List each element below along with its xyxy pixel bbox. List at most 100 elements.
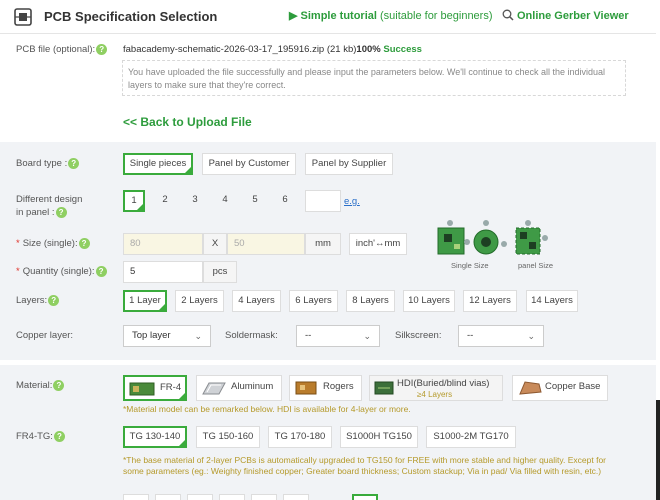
- silkscreen-select[interactable]: -- ⌄: [458, 325, 544, 347]
- chevron-down-icon: ⌄: [363, 331, 371, 341]
- quantity-input[interactable]: 5: [123, 261, 203, 283]
- design-count-4[interactable]: 4: [214, 190, 236, 212]
- help-icon[interactable]: ?: [53, 380, 65, 391]
- tg-option-170[interactable]: TG 170-180: [268, 426, 332, 448]
- help-icon[interactable]: ?: [96, 44, 108, 55]
- chevron-down-icon: ⌄: [194, 331, 202, 341]
- tutorial-link-label: Simple tutorial: [300, 10, 377, 22]
- material-rogers[interactable]: Rogers: [289, 375, 362, 401]
- next-row-option[interactable]: [155, 494, 181, 500]
- material-copper-base[interactable]: Copper Base: [512, 375, 608, 401]
- design-count-3[interactable]: 3: [184, 190, 206, 212]
- design-count-2[interactable]: 2: [154, 190, 176, 212]
- design-count-5[interactable]: 5: [244, 190, 266, 212]
- uploaded-filename: fabacademy-schematic-2026-03-17_195916.z…: [123, 44, 357, 55]
- material-label: Material:?: [16, 380, 65, 392]
- hdi-board-icon: [374, 381, 394, 395]
- layers-option-1[interactable]: 1 Layer: [123, 290, 167, 312]
- required-marker: *: [16, 238, 20, 250]
- size-unit: mm: [305, 233, 341, 255]
- material-hdi[interactable]: HDI(Buried/blind vias) ≥4 Layers: [369, 375, 503, 401]
- uploaded-file-info: fabacademy-schematic-2026-03-17_195916.z…: [123, 44, 422, 55]
- tg-option-130[interactable]: TG 130-140: [123, 426, 187, 448]
- layers-option-12[interactable]: 12 Layers: [463, 290, 517, 312]
- next-row-option-selected[interactable]: [352, 494, 378, 500]
- gerber-viewer-link[interactable]: Online Gerber Viewer: [502, 9, 629, 22]
- help-icon[interactable]: ?: [48, 295, 60, 306]
- scrollbar[interactable]: [656, 400, 660, 500]
- material-fr4-label: FR-4: [160, 382, 182, 393]
- layers-option-2[interactable]: 2 Layers: [175, 290, 224, 312]
- board-type-single-pieces[interactable]: Single pieces: [123, 153, 193, 175]
- play-icon: ▶: [289, 10, 298, 22]
- tg-option-s1000-2m[interactable]: S1000-2M TG170: [426, 426, 516, 448]
- layers-label: Layers:?: [16, 295, 60, 306]
- gerber-link-label: Online Gerber Viewer: [517, 10, 629, 22]
- help-icon[interactable]: ?: [95, 266, 107, 277]
- next-row-option[interactable]: [123, 494, 149, 500]
- tg-option-s1000h[interactable]: S1000H TG150: [340, 426, 418, 448]
- size-label: * Size (single):?: [16, 238, 90, 249]
- help-icon[interactable]: ?: [53, 431, 65, 442]
- quantity-label: * Quantity (single):?: [16, 266, 107, 277]
- size-label-text: Size (single):: [22, 238, 78, 250]
- fr4-tg-label-text: FR4-TG:: [16, 431, 53, 443]
- layers-option-6[interactable]: 6 Layers: [289, 290, 338, 312]
- size-x-separator: X: [203, 233, 227, 255]
- different-design-label-line2: in panel :: [16, 207, 55, 218]
- board-type-label: Board type :?: [16, 158, 80, 170]
- fr4-tg-note: *The base material of 2-layer PCBs is au…: [123, 455, 607, 476]
- design-count-1[interactable]: 1: [123, 190, 145, 212]
- upload-status: Success: [383, 44, 422, 55]
- next-row-option[interactable]: [219, 494, 245, 500]
- silkscreen-label: Silkscreen:: [395, 330, 442, 341]
- next-row-option[interactable]: [187, 494, 213, 500]
- back-to-upload-link[interactable]: << Back to Upload File: [123, 115, 252, 129]
- help-icon[interactable]: ?: [55, 206, 67, 218]
- upload-message-box: You have uploaded the file successfully …: [122, 60, 626, 96]
- copper-layer-value: Top layer: [132, 330, 171, 341]
- design-count-example-link[interactable]: e.g.: [344, 196, 360, 207]
- help-icon[interactable]: ?: [78, 238, 90, 249]
- layers-option-8[interactable]: 8 Layers: [346, 290, 395, 312]
- material-hdi-label: HDI(Buried/blind vias): [397, 378, 490, 389]
- required-marker: *: [16, 266, 20, 278]
- copper-layer-label: Copper layer:: [16, 330, 74, 341]
- simple-tutorial-link[interactable]: ▶ Simple tutorial (suitable for beginner…: [289, 9, 493, 22]
- silkscreen-value: --: [467, 330, 474, 341]
- unit-convert-button[interactable]: inch'↔mm: [349, 233, 407, 255]
- material-aluminum[interactable]: Aluminum: [196, 375, 282, 401]
- pcb-size-diagram-icon: [437, 220, 548, 255]
- upload-progress: 100%: [356, 44, 381, 55]
- fr4-tg-label: FR4-TG:?: [16, 431, 65, 442]
- size-width-input[interactable]: 80: [123, 233, 203, 255]
- size-height-input[interactable]: 50: [227, 233, 305, 255]
- rogers-board-icon: [295, 381, 317, 395]
- page-title: PCB Specification Selection: [44, 9, 218, 24]
- board-type-panel-supplier[interactable]: Panel by Supplier: [305, 153, 393, 175]
- material-label-text: Material:: [16, 380, 53, 392]
- board-type-panel-customer[interactable]: Panel by Customer: [202, 153, 296, 175]
- next-row-option[interactable]: [251, 494, 277, 500]
- help-icon[interactable]: ?: [68, 158, 80, 169]
- tutorial-link-suffix: (suitable for beginners): [380, 10, 493, 22]
- next-row-option[interactable]: [283, 494, 309, 500]
- board-type-label-text: Board type :: [16, 158, 68, 170]
- tg-option-150[interactable]: TG 150-160: [196, 426, 260, 448]
- layers-option-14[interactable]: 14 Layers: [526, 290, 578, 312]
- soldermask-select[interactable]: -- ⌄: [296, 325, 380, 347]
- design-count-6[interactable]: 6: [274, 190, 296, 212]
- aluminum-icon: [202, 382, 226, 395]
- different-design-label-line1: Different design: [16, 194, 83, 205]
- material-fr4[interactable]: FR-4: [123, 375, 187, 401]
- soldermask-value: --: [305, 330, 312, 341]
- copper-layer-select[interactable]: Top layer ⌄: [123, 325, 211, 347]
- soldermask-label: Soldermask:: [225, 330, 278, 341]
- size-diagram: [434, 220, 554, 266]
- design-count-custom-input[interactable]: [305, 190, 341, 212]
- different-design-label: Different design in panel :?: [16, 193, 82, 219]
- pcb-logo-icon: [14, 8, 32, 26]
- layers-option-4[interactable]: 4 Layers: [232, 290, 281, 312]
- material-copper-base-label: Copper Base: [545, 381, 601, 392]
- layers-option-10[interactable]: 10 Layers: [403, 290, 455, 312]
